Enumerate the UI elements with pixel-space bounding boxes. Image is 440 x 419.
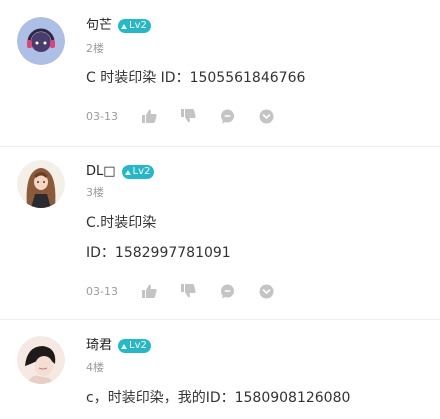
thumbs-up-icon[interactable] [141,283,157,299]
comment-item: 琦君 Lv2 4楼 c，时装印染，我的ID：1580908126080 [0,320,440,419]
speech-bubble-icon[interactable] [219,108,235,124]
comment-date: 03-13 [86,109,118,123]
comment-text: ID：1582997781091 [86,245,231,261]
comment-text: c，时装印染，我的ID：1580908126080 [86,390,351,406]
username[interactable]: DL□ [86,163,116,181]
thumbs-down-icon[interactable] [180,108,196,124]
level-label: Lv2 [132,166,151,177]
level-icon [121,23,128,29]
comment-header: 句芒 Lv2 [86,17,151,35]
comment-date: 03-13 [86,284,118,298]
username[interactable]: 句芒 [86,17,112,35]
comment-text: C 时装印染 ID：1505561846766 [86,70,306,86]
username[interactable]: 琦君 [86,337,112,355]
thumbs-down-icon[interactable] [180,283,196,299]
comment-item: 句芒 Lv2 2楼 C 时装印染 ID：1505561846766 03-13 [0,0,440,147]
avatar[interactable] [17,17,65,65]
thumbs-up-icon[interactable] [141,108,157,124]
floor-number: 2楼 [86,42,104,55]
comment-item: DL□ Lv2 3楼 C.时装印染 ID：1582997781091 03-13 [0,147,440,320]
level-icon [121,343,128,349]
chevron-down-circle-icon[interactable] [258,283,274,299]
comment-actions: 03-13 [86,107,297,125]
avatar[interactable] [17,336,65,384]
level-badge: Lv2 [121,165,155,179]
speech-bubble-icon[interactable] [219,283,235,299]
floor-number: 4楼 [86,361,104,374]
level-icon [124,169,131,175]
comment-actions: 03-13 [86,282,297,300]
comment-header: DL□ Lv2 [86,163,155,181]
comment-header: 琦君 Lv2 [86,337,151,355]
chevron-down-circle-icon[interactable] [258,108,274,124]
level-label: Lv2 [129,20,147,31]
avatar[interactable] [17,160,65,208]
level-badge: Lv2 [118,19,151,33]
floor-number: 3楼 [86,186,104,199]
level-label: Lv2 [129,340,147,351]
comment-text: C.时装印染 [86,215,157,231]
level-badge: Lv2 [118,339,151,353]
